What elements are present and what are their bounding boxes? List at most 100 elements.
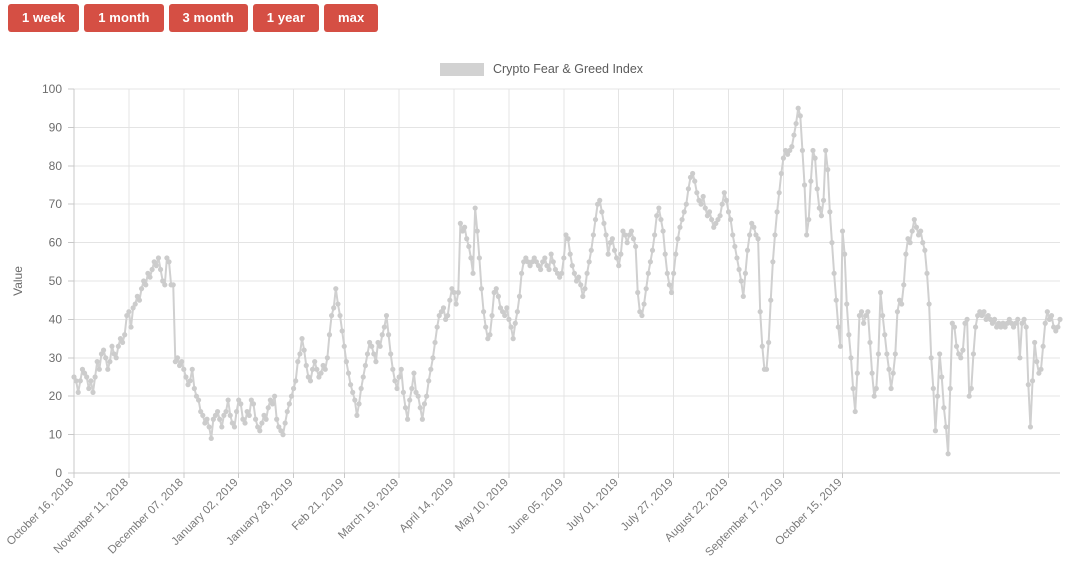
series-data-point[interactable] [290, 385, 297, 392]
series-data-point[interactable] [569, 263, 575, 269]
series-data-point[interactable] [242, 420, 248, 426]
series-data-point[interactable] [214, 408, 221, 415]
series-data-point[interactable] [126, 309, 132, 315]
series-data-point[interactable] [337, 312, 343, 319]
series-data-point[interactable] [597, 197, 603, 203]
series-data-point[interactable] [810, 147, 816, 154]
series-data-point[interactable] [105, 366, 111, 372]
series-data-point[interactable] [584, 270, 590, 276]
series-data-point[interactable] [1032, 339, 1038, 346]
series-data-point[interactable] [312, 359, 318, 365]
series-data-point[interactable] [844, 301, 850, 307]
series-data-point[interactable] [339, 328, 345, 334]
series-data-point[interactable] [709, 216, 715, 223]
series-data-point[interactable] [639, 312, 645, 319]
series-data-point[interactable] [138, 286, 145, 292]
series-data-point[interactable] [259, 420, 265, 426]
series-data-point[interactable] [462, 224, 468, 230]
series-data-point[interactable] [778, 170, 784, 177]
series-data-point[interactable] [282, 420, 288, 426]
series-data-point[interactable] [882, 332, 888, 338]
series-data-point[interactable] [920, 240, 926, 246]
series-data-point[interactable] [508, 324, 514, 330]
series-data-point[interactable] [388, 351, 394, 357]
series-data-point[interactable] [333, 286, 339, 292]
series-data-point[interactable] [157, 266, 164, 273]
series-data-point[interactable] [772, 232, 778, 238]
series-data-point[interactable] [630, 236, 637, 242]
series-data-point[interactable] [643, 286, 649, 292]
series-data-point[interactable] [559, 270, 565, 276]
series-data-point[interactable] [850, 385, 856, 392]
series-data-point[interactable] [347, 382, 354, 388]
series-data-point[interactable] [219, 424, 225, 430]
series-data-point[interactable] [635, 289, 641, 296]
series-data-point[interactable] [166, 259, 172, 265]
series-data-point[interactable] [681, 209, 687, 215]
series-data-point[interactable] [1029, 378, 1036, 384]
series-data-point[interactable] [472, 205, 478, 211]
series-data-point[interactable] [877, 289, 884, 296]
series-data-point[interactable] [953, 343, 960, 349]
series-data-point[interactable] [966, 393, 972, 399]
series-data-point[interactable] [647, 259, 654, 265]
series-data-point[interactable] [324, 355, 330, 361]
series-data-point[interactable] [911, 216, 917, 223]
series-data-point[interactable] [842, 251, 848, 257]
series-data-point[interactable] [77, 378, 83, 384]
series-data-point[interactable] [666, 282, 673, 288]
series-data-point[interactable] [314, 366, 320, 372]
series-data-point[interactable] [852, 408, 858, 415]
series-data-point[interactable] [649, 247, 656, 253]
series-data-point[interactable] [373, 359, 379, 365]
series-data-point[interactable] [432, 339, 438, 346]
series-data-point[interactable] [223, 408, 229, 415]
series-data-point[interactable] [892, 351, 898, 357]
series-data-point[interactable] [225, 397, 231, 403]
series-data-point[interactable] [122, 332, 128, 338]
series-data-point[interactable] [719, 201, 725, 207]
series-data-point[interactable] [445, 312, 451, 319]
series-data-point[interactable] [280, 432, 286, 438]
series-data-point[interactable] [624, 240, 630, 246]
series-data-point[interactable] [542, 255, 548, 261]
series-data-point[interactable] [846, 332, 852, 338]
series-data-point[interactable] [861, 320, 867, 326]
series-data-point[interactable] [394, 385, 400, 392]
series-data-point[interactable] [791, 132, 797, 138]
series-data-point[interactable] [873, 385, 879, 392]
series-data-point[interactable] [402, 405, 409, 411]
series-data-point[interactable] [400, 389, 406, 395]
series-data-point[interactable] [538, 266, 544, 273]
series-data-point[interactable] [297, 351, 303, 357]
series-data-point[interactable] [440, 305, 447, 311]
series-data-point[interactable] [939, 374, 945, 380]
series-data-point[interactable] [341, 343, 347, 349]
series-data-point[interactable] [434, 324, 440, 330]
series-data-point[interactable] [880, 312, 886, 319]
series-data-point[interactable] [457, 220, 463, 226]
series-data-point[interactable] [103, 355, 109, 361]
series-data-point[interactable] [206, 424, 212, 430]
series-data-point[interactable] [1048, 312, 1055, 319]
series-data-point[interactable] [360, 374, 366, 380]
series-data-point[interactable] [825, 167, 831, 173]
chart-container[interactable]: 0 10 20 30 40 50 60 70 80 90 100 October 16, 2018 N… [0, 78, 1083, 562]
series-data-point[interactable] [740, 293, 746, 299]
series-data-point[interactable] [476, 255, 482, 261]
series-data-point[interactable] [293, 378, 299, 384]
series-data-point[interactable] [396, 374, 402, 380]
series-data-point[interactable] [455, 289, 461, 296]
series-data-point[interactable] [725, 209, 732, 215]
series-data-point[interactable] [404, 416, 411, 422]
series-data-point[interactable] [780, 155, 787, 161]
series-data-point[interactable] [945, 451, 951, 457]
series-data-point[interactable] [588, 247, 594, 253]
series-data-point[interactable] [972, 324, 979, 330]
series-data-point[interactable] [721, 190, 727, 196]
series-data-point[interactable] [561, 255, 567, 261]
series-data-point[interactable] [590, 232, 596, 238]
series-data-point[interactable] [907, 240, 913, 246]
series-data-point[interactable] [652, 232, 658, 238]
series-data-point[interactable] [295, 359, 301, 365]
